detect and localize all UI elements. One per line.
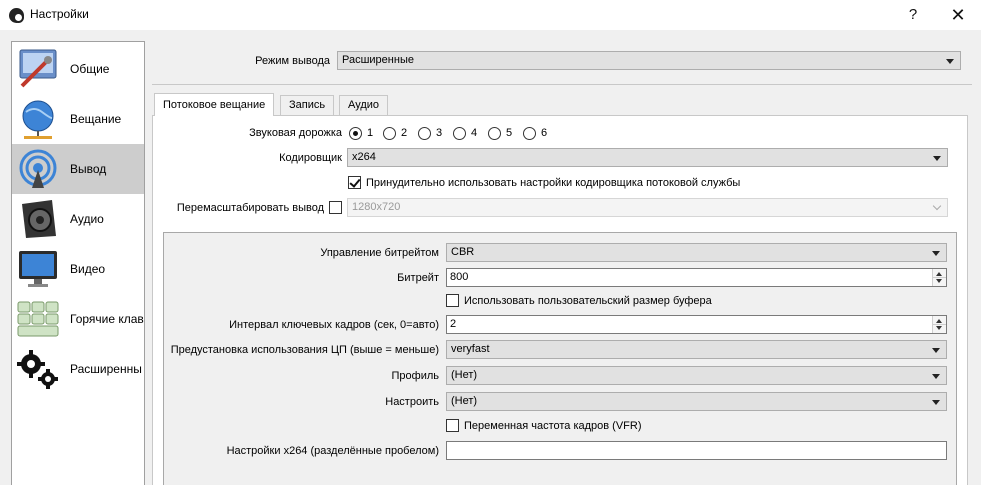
keyboard-icon bbox=[17, 301, 59, 337]
bitrate-spinbox[interactable]: 800 bbox=[446, 268, 947, 287]
sidebar-item-advanced[interactable]: Расширенны bbox=[12, 344, 144, 394]
audio-track-option: 2 bbox=[401, 127, 408, 139]
divider bbox=[933, 324, 946, 325]
bitrate-value: 800 bbox=[450, 271, 469, 283]
audio-track-option: 5 bbox=[506, 127, 513, 139]
encoder-label: Кодировщик bbox=[279, 152, 342, 164]
settings-sidebar: Общие Вещание Вывод Аудио Видео Горячие … bbox=[11, 41, 145, 485]
rescale-label: Перемасштабировать вывод bbox=[176, 202, 324, 214]
rate-control-value: CBR bbox=[451, 246, 475, 258]
audio-track-radio-5[interactable] bbox=[488, 127, 501, 140]
x264-options-input[interactable] bbox=[446, 441, 947, 460]
audio-track-radio-6[interactable] bbox=[523, 127, 536, 140]
keyframe-interval-spinbox[interactable]: 2 bbox=[446, 315, 947, 334]
rate-control-select[interactable]: CBR bbox=[446, 243, 947, 262]
broadcast-globe-icon bbox=[22, 100, 54, 139]
divider bbox=[152, 84, 972, 85]
chevron-down-icon bbox=[932, 251, 940, 256]
monitor-icon bbox=[19, 251, 57, 287]
chevron-down-icon bbox=[933, 156, 941, 161]
title-bar: Настройки ? ✕ bbox=[0, 0, 981, 30]
bitrate-stepper[interactable] bbox=[932, 269, 946, 286]
obs-logo-icon bbox=[9, 8, 24, 23]
close-button[interactable]: ✕ bbox=[938, 2, 978, 28]
audio-track-option: 3 bbox=[436, 127, 443, 139]
tab-streaming[interactable]: Потоковое вещание bbox=[154, 93, 275, 116]
cpu-preset-label: Предустановка использования ЦП (выше = м… bbox=[170, 344, 439, 356]
sidebar-item-output[interactable]: Вывод bbox=[12, 144, 144, 194]
sidebar-item-label: Видео bbox=[70, 262, 106, 276]
help-button[interactable]: ? bbox=[893, 2, 933, 28]
keyframe-interval-stepper[interactable] bbox=[932, 316, 946, 333]
window-title: Настройки bbox=[30, 7, 89, 21]
output-mode-value: Расширенные bbox=[342, 54, 414, 66]
chevron-down-icon bbox=[932, 201, 942, 211]
sidebar-item-audio[interactable]: Аудио bbox=[12, 194, 144, 244]
sidebar-item-general[interactable]: Общие bbox=[12, 44, 144, 94]
rate-control-label: Управление битрейтом bbox=[320, 247, 439, 259]
encoder-value: x264 bbox=[352, 151, 376, 163]
output-mode-select[interactable]: Расширенные bbox=[337, 51, 961, 70]
sidebar-item-label: Расширенны bbox=[70, 362, 142, 376]
enforce-encoder-label: Принудительно использовать настройки код… bbox=[366, 177, 741, 189]
arrow-down-icon bbox=[936, 326, 942, 330]
speaker-icon bbox=[22, 200, 56, 238]
sidebar-item-label: Вещание bbox=[70, 112, 122, 126]
custom-buffer-checkbox[interactable] bbox=[446, 294, 459, 307]
encoder-select[interactable]: x264 bbox=[347, 148, 948, 167]
chevron-down-icon bbox=[932, 348, 940, 353]
cpu-preset-select[interactable]: veryfast bbox=[446, 340, 947, 359]
tune-select[interactable]: (Нет) bbox=[446, 392, 947, 411]
divider bbox=[933, 277, 946, 278]
sidebar-item-label: Вывод bbox=[70, 162, 107, 176]
audio-track-option: 1 bbox=[367, 127, 374, 139]
audio-track-radio-3[interactable] bbox=[418, 127, 431, 140]
audio-track-label: Звуковая дорожка bbox=[249, 127, 342, 139]
tune-label: Настроить bbox=[385, 396, 439, 408]
cpu-preset-value: veryfast bbox=[451, 343, 490, 355]
vfr-checkbox[interactable] bbox=[446, 419, 459, 432]
sidebar-item-broadcast[interactable]: Вещание bbox=[12, 94, 144, 144]
sidebar-item-hotkeys[interactable]: Горячие клав bbox=[12, 294, 144, 344]
rescale-resolution-value: 1280x720 bbox=[352, 201, 401, 213]
tune-value: (Нет) bbox=[451, 395, 478, 407]
gears-icon bbox=[17, 350, 58, 389]
audio-track-radio-2[interactable] bbox=[383, 127, 396, 140]
tab-recording[interactable]: Запись bbox=[280, 95, 335, 115]
enforce-encoder-checkbox[interactable] bbox=[348, 176, 361, 189]
vfr-label: Переменная частота кадров (VFR) bbox=[464, 420, 642, 432]
sidebar-item-video[interactable]: Видео bbox=[12, 244, 144, 294]
x264-options-label: Настройки x264 (разделённые пробелом) bbox=[226, 445, 439, 457]
bitrate-label: Битрейт bbox=[397, 272, 439, 284]
arrow-down-icon bbox=[936, 279, 942, 283]
general-settings-icon bbox=[19, 49, 57, 88]
chevron-down-icon bbox=[946, 59, 954, 64]
audio-track-option: 4 bbox=[471, 127, 478, 139]
sidebar-item-label: Аудио bbox=[70, 212, 104, 226]
keyframe-interval-label: Интервал ключевых кадров (сек, 0=авто) bbox=[229, 319, 439, 331]
chevron-down-icon bbox=[932, 374, 940, 379]
audio-track-option: 6 bbox=[541, 127, 548, 139]
tab-audio[interactable]: Аудио bbox=[339, 95, 389, 115]
arrow-up-icon bbox=[936, 319, 942, 323]
audio-track-radio-4[interactable] bbox=[453, 127, 466, 140]
profile-value: (Нет) bbox=[451, 369, 478, 381]
profile-select[interactable]: (Нет) bbox=[446, 366, 947, 385]
audio-track-radio-1[interactable] bbox=[349, 127, 362, 140]
sidebar-item-label: Горячие клав bbox=[70, 312, 144, 326]
keyframe-interval-value: 2 bbox=[450, 318, 457, 330]
rescale-checkbox[interactable] bbox=[329, 201, 342, 214]
custom-buffer-label: Использовать пользовательский размер буф… bbox=[464, 295, 712, 307]
output-signal-icon bbox=[19, 149, 57, 188]
profile-label: Профиль bbox=[391, 370, 440, 382]
output-mode-label: Режим вывода bbox=[255, 55, 330, 67]
sidebar-item-label: Общие bbox=[70, 62, 110, 76]
rescale-resolution-select[interactable]: 1280x720 bbox=[347, 198, 948, 217]
arrow-up-icon bbox=[936, 272, 942, 276]
chevron-down-icon bbox=[932, 400, 940, 405]
